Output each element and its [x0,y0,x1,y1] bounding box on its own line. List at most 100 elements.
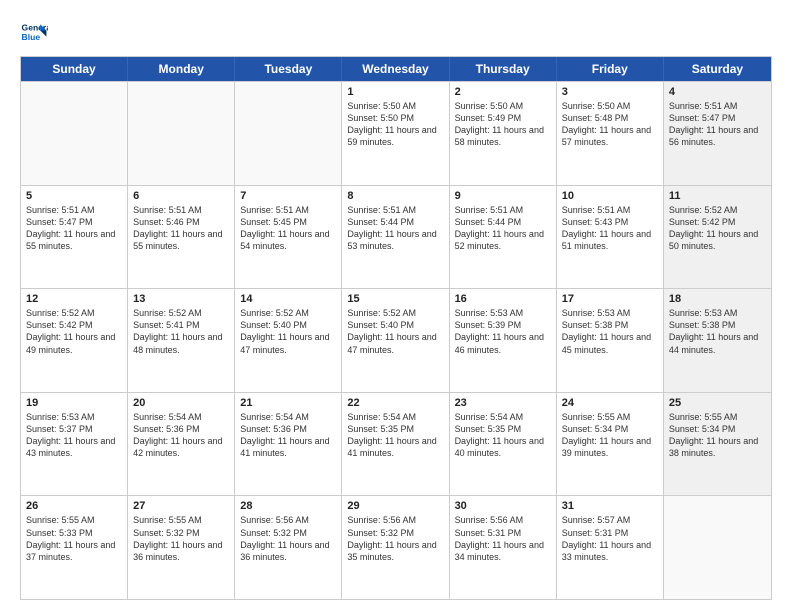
day-number: 30 [455,500,551,512]
calendar-cell: 3 Sunrise: 5:50 AMSunset: 5:48 PMDaylight… [557,82,664,185]
day-number: 25 [669,397,766,409]
day-info: Sunrise: 5:51 AMSunset: 5:43 PMDaylight:… [562,204,658,253]
calendar-cell: 10 Sunrise: 5:51 AMSunset: 5:43 PMDayligh… [557,186,664,289]
day-number: 15 [347,293,443,305]
day-info: Sunrise: 5:55 AMSunset: 5:33 PMDaylight:… [26,514,122,563]
day-number: 11 [669,190,766,202]
calendar-week-row: 1 Sunrise: 5:50 AMSunset: 5:50 PMDaylight… [21,81,771,185]
calendar-cell: 6 Sunrise: 5:51 AMSunset: 5:46 PMDaylight… [128,186,235,289]
calendar-cell [235,82,342,185]
calendar-body: 1 Sunrise: 5:50 AMSunset: 5:50 PMDaylight… [21,81,771,599]
day-info: Sunrise: 5:54 AMSunset: 5:36 PMDaylight:… [133,411,229,460]
calendar-cell: 11 Sunrise: 5:52 AMSunset: 5:42 PMDayligh… [664,186,771,289]
day-number: 6 [133,190,229,202]
day-info: Sunrise: 5:52 AMSunset: 5:41 PMDaylight:… [133,307,229,356]
calendar-cell: 15 Sunrise: 5:52 AMSunset: 5:40 PMDayligh… [342,289,449,392]
calendar-cell: 25 Sunrise: 5:55 AMSunset: 5:34 PMDayligh… [664,393,771,496]
day-info: Sunrise: 5:50 AMSunset: 5:50 PMDaylight:… [347,100,443,149]
calendar-header-cell: Tuesday [235,57,342,81]
calendar-header-cell: Thursday [450,57,557,81]
day-info: Sunrise: 5:53 AMSunset: 5:39 PMDaylight:… [455,307,551,356]
calendar-cell: 9 Sunrise: 5:51 AMSunset: 5:44 PMDaylight… [450,186,557,289]
calendar-cell: 27 Sunrise: 5:55 AMSunset: 5:32 PMDayligh… [128,496,235,599]
calendar-cell: 7Sunrise: 5:51 AMSunset: 5:45 PMDaylight… [235,186,342,289]
day-info: Sunrise: 5:56 AMSunset: 5:32 PMDaylight:… [240,514,336,563]
day-info: Sunrise: 5:55 AMSunset: 5:32 PMDaylight:… [133,514,229,563]
calendar-cell [128,82,235,185]
calendar-cell: 17 Sunrise: 5:53 AMSunset: 5:38 PMDayligh… [557,289,664,392]
day-info: Sunrise: 5:50 AMSunset: 5:48 PMDaylight:… [562,100,658,149]
calendar-week-row: 26 Sunrise: 5:55 AMSunset: 5:33 PMDayligh… [21,495,771,599]
calendar-cell: 19Sunrise: 5:53 AMSunset: 5:37 PMDayligh… [21,393,128,496]
day-number: 24 [562,397,658,409]
day-number: 10 [562,190,658,202]
day-info: Sunrise: 5:51 AMSunset: 5:46 PMDaylight:… [133,204,229,253]
day-info: Sunrise: 5:54 AMSunset: 5:36 PMDaylight:… [240,411,336,460]
calendar-cell: 31Sunrise: 5:57 AMSunset: 5:31 PMDayligh… [557,496,664,599]
day-number: 26 [26,500,122,512]
day-number: 1 [347,86,443,98]
calendar-cell: 23Sunrise: 5:54 AMSunset: 5:35 PMDayligh… [450,393,557,496]
day-info: Sunrise: 5:55 AMSunset: 5:34 PMDaylight:… [669,411,766,460]
calendar-cell: 18Sunrise: 5:53 AMSunset: 5:38 PMDayligh… [664,289,771,392]
day-info: Sunrise: 5:53 AMSunset: 5:38 PMDaylight:… [669,307,766,356]
day-info: Sunrise: 5:57 AMSunset: 5:31 PMDaylight:… [562,514,658,563]
svg-text:Blue: Blue [22,32,41,42]
calendar-cell: 1 Sunrise: 5:50 AMSunset: 5:50 PMDaylight… [342,82,449,185]
day-number: 27 [133,500,229,512]
calendar-week-row: 5 Sunrise: 5:51 AMSunset: 5:47 PMDaylight… [21,185,771,289]
day-info: Sunrise: 5:51 AMSunset: 5:45 PMDaylight:… [240,204,336,253]
calendar-cell: 20 Sunrise: 5:54 AMSunset: 5:36 PMDayligh… [128,393,235,496]
day-number: 29 [347,500,443,512]
calendar-cell [21,82,128,185]
day-info: Sunrise: 5:52 AMSunset: 5:42 PMDaylight:… [669,204,766,253]
page-header: General Blue [20,18,772,46]
day-number: 12 [26,293,122,305]
day-info: Sunrise: 5:54 AMSunset: 5:35 PMDaylight:… [347,411,443,460]
logo-icon: General Blue [20,18,48,46]
day-info: Sunrise: 5:51 AMSunset: 5:44 PMDaylight:… [455,204,551,253]
day-info: Sunrise: 5:51 AMSunset: 5:47 PMDaylight:… [669,100,766,149]
day-info: Sunrise: 5:53 AMSunset: 5:38 PMDaylight:… [562,307,658,356]
calendar-cell: 24 Sunrise: 5:55 AMSunset: 5:34 PMDayligh… [557,393,664,496]
day-number: 2 [455,86,551,98]
day-info: Sunrise: 5:53 AMSunset: 5:37 PMDaylight:… [26,411,122,460]
calendar-cell: 21 Sunrise: 5:54 AMSunset: 5:36 PMDayligh… [235,393,342,496]
day-number: 4 [669,86,766,98]
calendar-cell: 28Sunrise: 5:56 AMSunset: 5:32 PMDayligh… [235,496,342,599]
calendar-cell: 14 Sunrise: 5:52 AMSunset: 5:40 PMDayligh… [235,289,342,392]
calendar-cell: 26 Sunrise: 5:55 AMSunset: 5:33 PMDayligh… [21,496,128,599]
calendar-header-cell: Saturday [664,57,771,81]
calendar-header-cell: Wednesday [342,57,449,81]
day-number: 5 [26,190,122,202]
calendar-header-cell: Monday [128,57,235,81]
day-number: 9 [455,190,551,202]
day-info: Sunrise: 5:55 AMSunset: 5:34 PMDaylight:… [562,411,658,460]
day-number: 23 [455,397,551,409]
day-number: 17 [562,293,658,305]
day-number: 8 [347,190,443,202]
day-info: Sunrise: 5:56 AMSunset: 5:32 PMDaylight:… [347,514,443,563]
calendar-week-row: 12 Sunrise: 5:52 AMSunset: 5:42 PMDayligh… [21,288,771,392]
day-number: 22 [347,397,443,409]
day-number: 14 [240,293,336,305]
day-info: Sunrise: 5:51 AMSunset: 5:47 PMDaylight:… [26,204,122,253]
day-info: Sunrise: 5:51 AMSunset: 5:44 PMDaylight:… [347,204,443,253]
calendar-header-cell: Friday [557,57,664,81]
calendar-cell: 16Sunrise: 5:53 AMSunset: 5:39 PMDayligh… [450,289,557,392]
calendar: SundayMondayTuesdayWednesdayThursdayFrid… [20,56,772,600]
day-number: 21 [240,397,336,409]
calendar-cell: 30 Sunrise: 5:56 AMSunset: 5:31 PMDayligh… [450,496,557,599]
calendar-cell: 5 Sunrise: 5:51 AMSunset: 5:47 PMDaylight… [21,186,128,289]
calendar-cell: 29 Sunrise: 5:56 AMSunset: 5:32 PMDayligh… [342,496,449,599]
calendar-week-row: 19Sunrise: 5:53 AMSunset: 5:37 PMDayligh… [21,392,771,496]
calendar-cell: 2Sunrise: 5:50 AMSunset: 5:49 PMDaylight… [450,82,557,185]
day-info: Sunrise: 5:52 AMSunset: 5:40 PMDaylight:… [240,307,336,356]
day-info: Sunrise: 5:52 AMSunset: 5:42 PMDaylight:… [26,307,122,356]
calendar-header-cell: Sunday [21,57,128,81]
day-number: 3 [562,86,658,98]
day-number: 13 [133,293,229,305]
day-number: 20 [133,397,229,409]
day-info: Sunrise: 5:52 AMSunset: 5:40 PMDaylight:… [347,307,443,356]
day-info: Sunrise: 5:56 AMSunset: 5:31 PMDaylight:… [455,514,551,563]
